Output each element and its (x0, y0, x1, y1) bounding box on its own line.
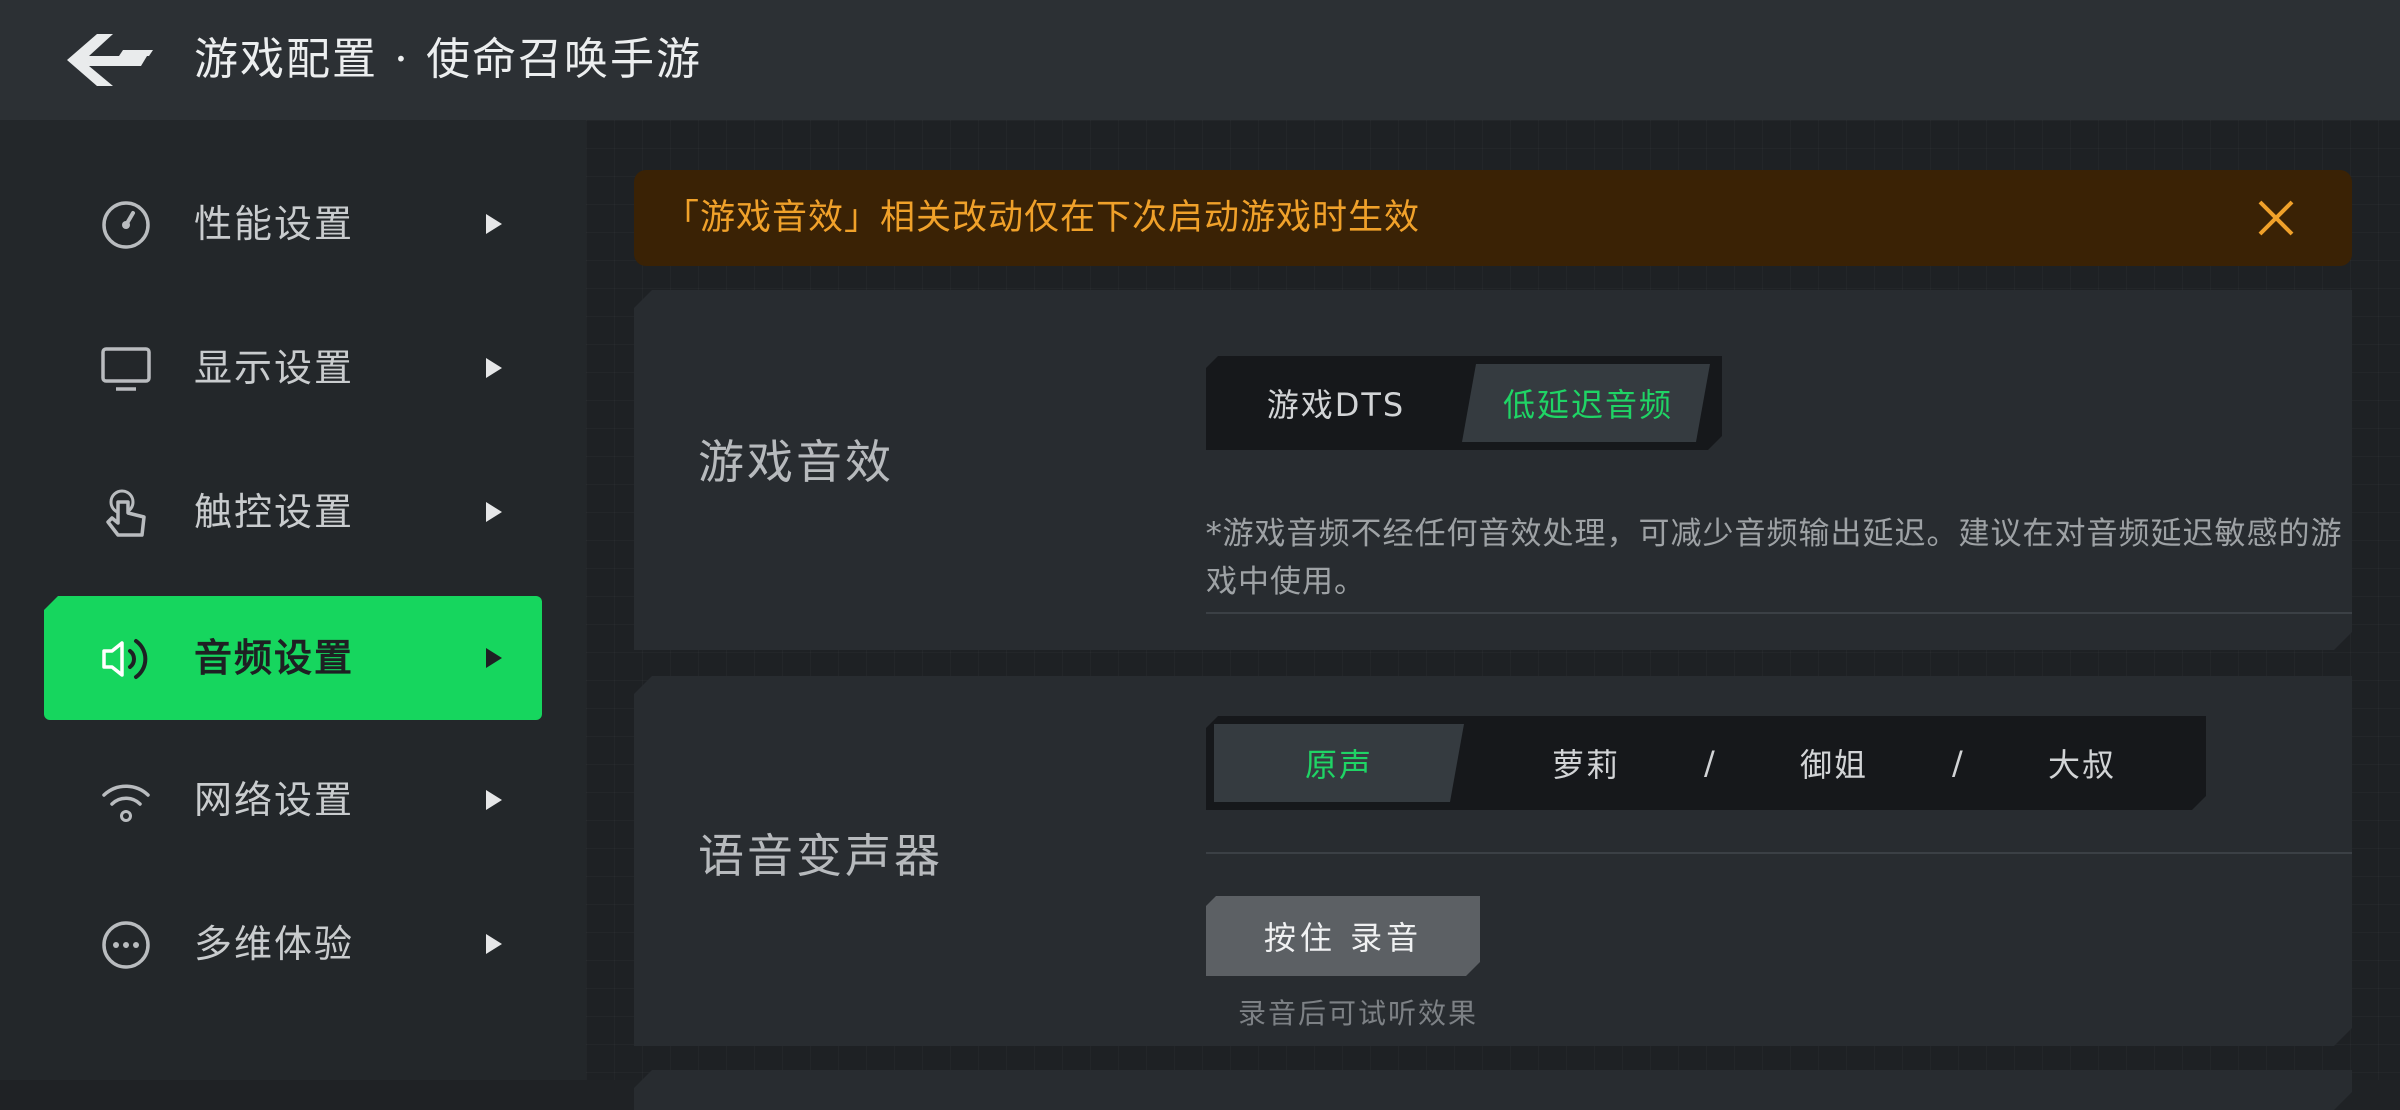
caret-right-icon (486, 790, 502, 810)
wifi-icon (100, 775, 152, 827)
record-button[interactable]: 按住 录音 (1206, 896, 1480, 976)
option-uncle[interactable]: 大叔 (1972, 716, 2192, 810)
monitor-icon (100, 343, 152, 395)
back-arrow-icon (67, 34, 153, 86)
option-original[interactable]: 原声 (1214, 716, 1464, 810)
touch-icon (100, 487, 152, 539)
sound-effect-selector: 游戏DTS 低延迟音频 (1206, 356, 1722, 450)
caret-right-icon (486, 502, 502, 522)
notice-banner: 「游戏音效」相关改动仅在下次启动游戏时生效 (634, 170, 2352, 266)
sidebar-item-display[interactable]: 显示设置 (44, 306, 542, 430)
sound-effect-description: *游戏音频不经任何音效处理，可减少音频输出延迟。建议在对音频延迟敏感的游戏中使用… (1206, 516, 2343, 600)
voice-changer-selector: 原声 萝莉 / 御姐 / 大叔 (1206, 716, 2206, 810)
divider (1206, 612, 2352, 614)
separator: / (1704, 744, 1715, 782)
sidebar-item-performance[interactable]: 性能设置 (44, 162, 542, 286)
option-dts[interactable]: 游戏DTS (1206, 356, 1466, 450)
sidebar-item-touch[interactable]: 触控设置 (44, 450, 542, 574)
caret-right-icon (486, 214, 502, 234)
next-card (634, 1070, 2352, 1110)
sidebar: 性能设置 显示设置 触控设置 音频设置 网络设置 多维体验 (0, 120, 586, 1080)
back-button[interactable] (52, 24, 162, 96)
voice-changer-title: 语音变声器 (698, 829, 943, 883)
settings-panel: 「游戏音效」相关改动仅在下次启动游戏时生效 游戏音效 游戏DTS 低延迟音频 *… (586, 120, 2400, 1080)
separator: / (1952, 744, 1963, 782)
sidebar-item-label: 性能设置 (194, 202, 355, 246)
page-title: 游戏配置 · 使命召唤手游 (194, 34, 702, 85)
caret-right-icon (486, 648, 502, 668)
sidebar-item-label: 触控设置 (194, 490, 355, 534)
option-mature-female[interactable]: 御姐 (1724, 716, 1944, 810)
voice-changer-card: 语音变声器 原声 萝莉 / 御姐 / 大叔 按住 录音 录音后可试听效果 (634, 676, 2352, 1046)
close-icon[interactable] (2256, 198, 2296, 238)
sound-effect-title: 游戏音效 (698, 435, 894, 489)
option-loli[interactable]: 萝莉 (1476, 716, 1696, 810)
sidebar-item-network[interactable]: 网络设置 (44, 738, 542, 862)
caret-right-icon (486, 934, 502, 954)
sidebar-item-label: 多维体验 (194, 922, 355, 966)
option-low-latency[interactable]: 低延迟音频 (1468, 356, 1708, 450)
more-icon (100, 919, 152, 971)
sidebar-item-label: 音频设置 (194, 635, 355, 680)
sidebar-item-audio[interactable]: 音频设置 (44, 596, 542, 720)
sidebar-item-experience[interactable]: 多维体验 (44, 882, 542, 1006)
caret-right-icon (486, 358, 502, 378)
top-bar: 游戏配置 · 使命召唤手游 (0, 0, 2400, 120)
notice-text: 「游戏音效」相关改动仅在下次启动游戏时生效 (664, 198, 1421, 238)
record-hint: 录音后可试听效果 (1238, 997, 1479, 1030)
gauge-icon (100, 199, 152, 251)
speaker-icon (100, 633, 152, 685)
divider (1206, 852, 2352, 854)
sidebar-item-label: 显示设置 (194, 346, 355, 390)
sidebar-item-label: 网络设置 (194, 778, 355, 822)
